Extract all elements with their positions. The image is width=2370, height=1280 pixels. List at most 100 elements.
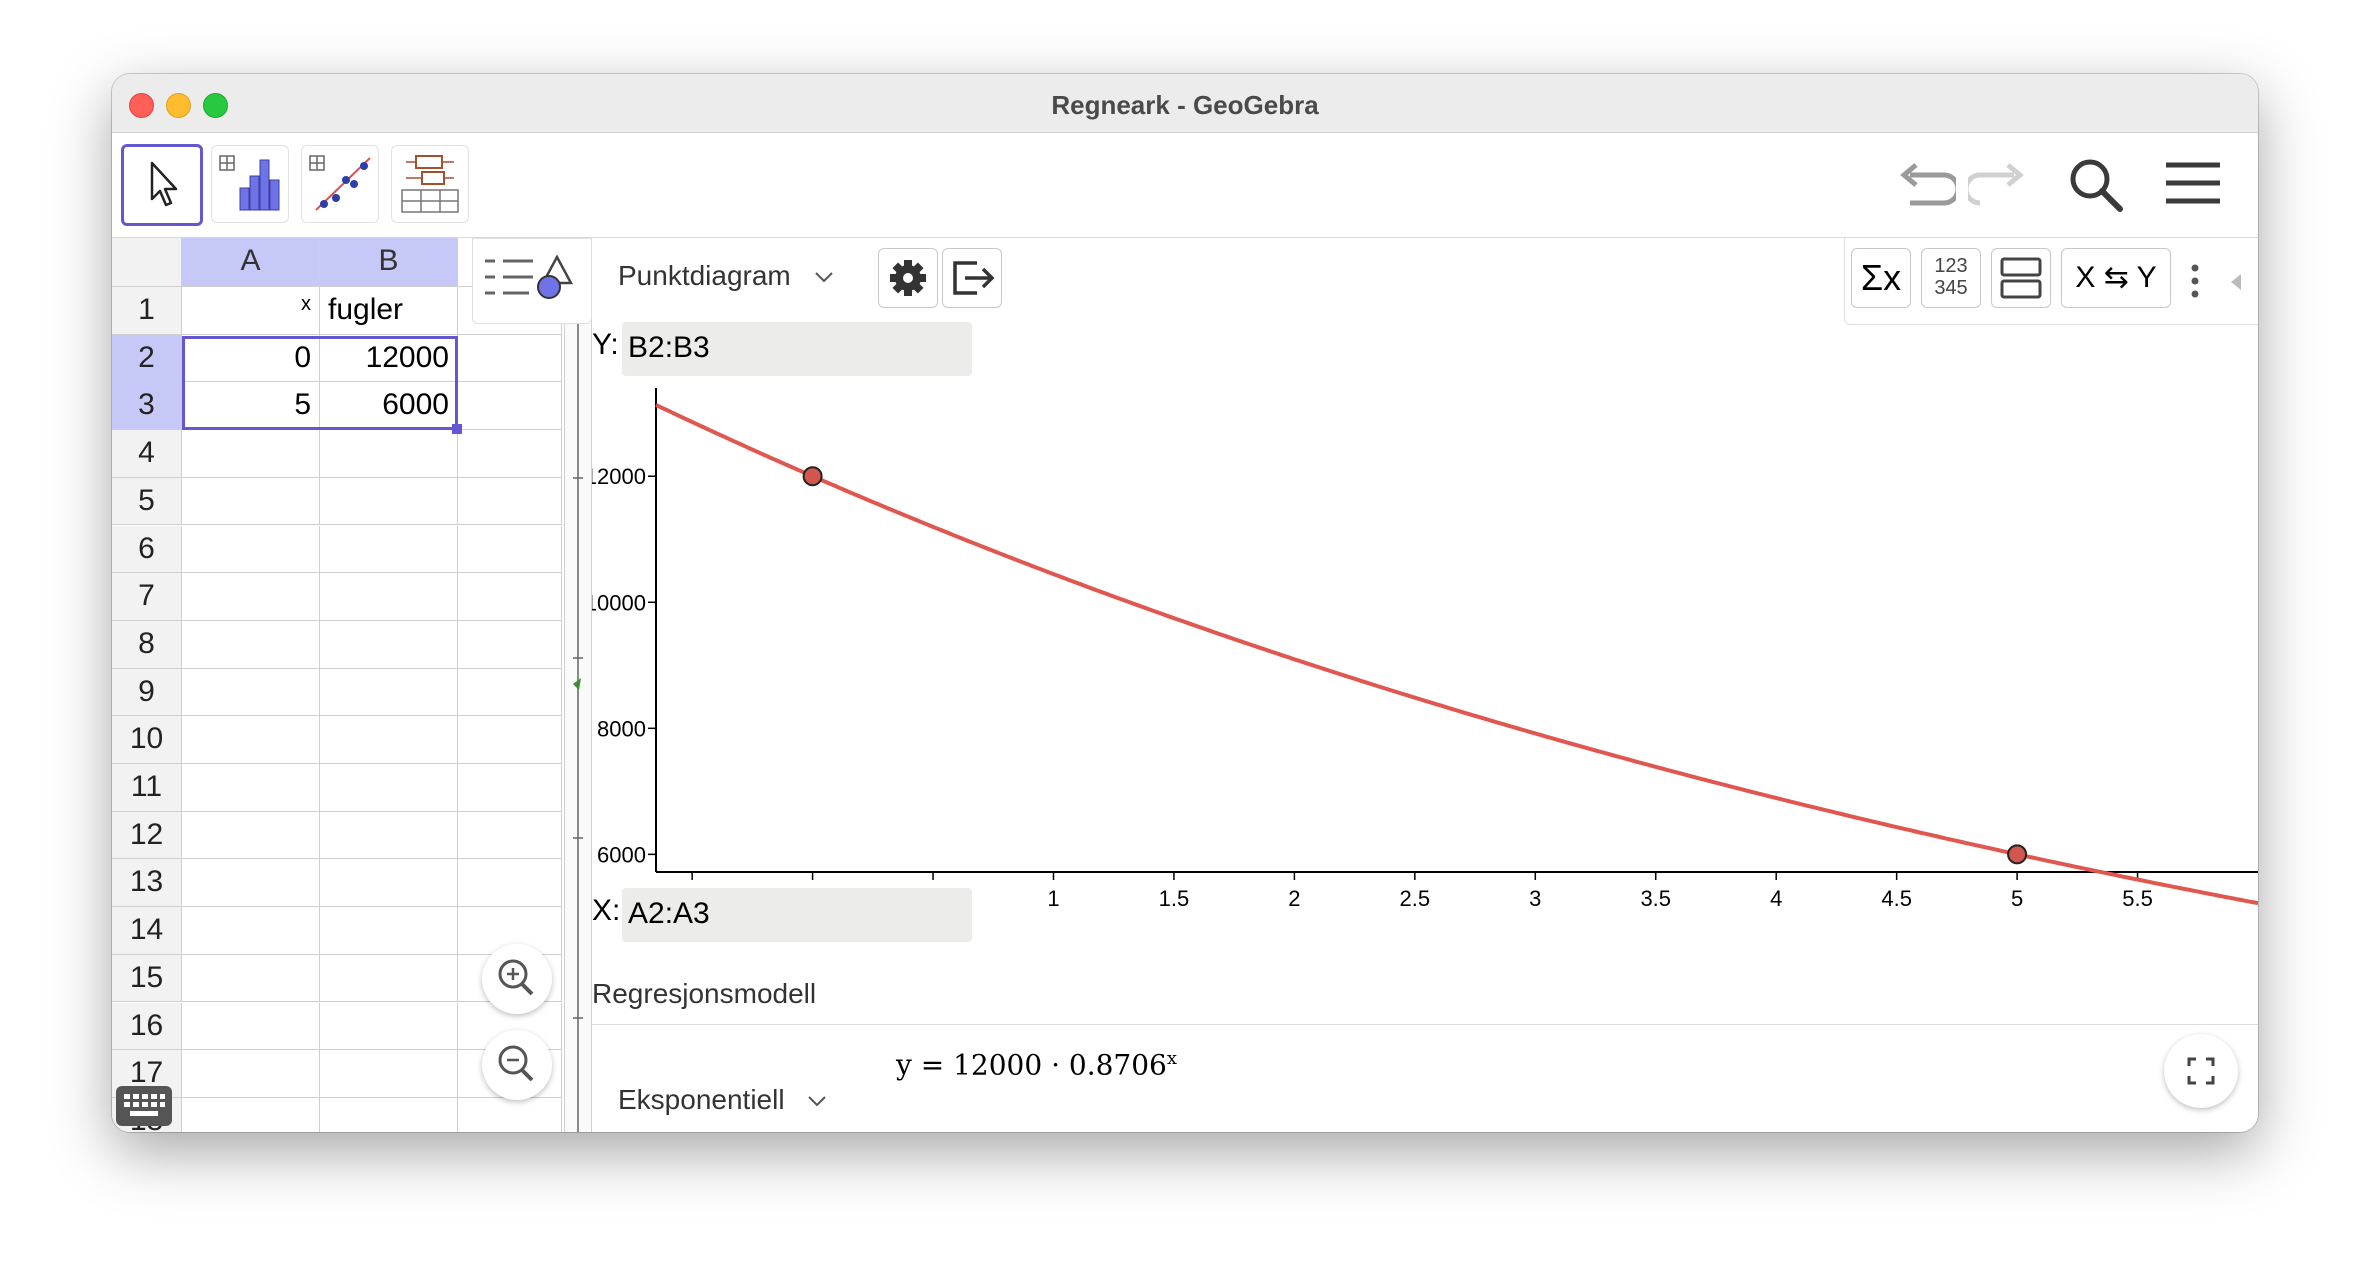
cell-c8[interactable] <box>458 620 562 669</box>
row-header-15[interactable]: 15 <box>112 954 182 1003</box>
statistics-button[interactable]: Σx <box>1851 248 1911 308</box>
cell-b3[interactable]: 6000 <box>320 382 458 431</box>
cell-c7[interactable] <box>458 573 562 621</box>
cell-c13[interactable] <box>458 859 562 908</box>
cell-a14[interactable] <box>182 907 320 955</box>
plot-type-dropdown[interactable]: Punktdiagram <box>618 260 835 292</box>
cell-a4[interactable] <box>182 430 320 478</box>
cell-b5[interactable] <box>320 477 458 526</box>
cell-b9[interactable] <box>320 668 458 717</box>
data-analysis-view: Punktdiagram Σx 123 345 X ⇆ Y Y: B2:B3 1… <box>592 238 2258 1132</box>
column-header-b[interactable]: B <box>320 238 458 287</box>
cell-c12[interactable] <box>458 811 562 860</box>
zoom-in-button[interactable] <box>482 944 552 1014</box>
y-source-input[interactable]: B2:B3 <box>622 322 972 376</box>
cell-a2[interactable]: 0 <box>182 334 320 383</box>
multiple-variable-analysis-button[interactable] <box>391 145 469 223</box>
row-header-11[interactable]: 11 <box>112 764 182 812</box>
cell-a18[interactable] <box>182 1097 320 1132</box>
row-header-7[interactable]: 7 <box>112 573 182 621</box>
row-header-1[interactable]: 1 <box>112 287 182 335</box>
row-header-8[interactable]: 8 <box>112 620 182 669</box>
fullscreen-button[interactable] <box>2164 1034 2238 1108</box>
keyboard-button[interactable] <box>116 1086 172 1126</box>
menu-icon[interactable] <box>2160 153 2224 217</box>
cell-a13[interactable] <box>182 859 320 908</box>
one-variable-analysis-button[interactable] <box>211 145 289 223</box>
row-header-13[interactable]: 13 <box>112 859 182 908</box>
column-header-a[interactable]: A <box>182 238 320 287</box>
cell-c6[interactable] <box>458 525 562 574</box>
cell-a15[interactable] <box>182 954 320 1003</box>
cell-a1[interactable]: x <box>182 287 320 335</box>
cell-c9[interactable] <box>458 668 562 717</box>
cell-b1[interactable]: fugler <box>320 287 458 335</box>
split-view-button[interactable] <box>1991 248 2051 308</box>
row-header-16[interactable]: 16 <box>112 1002 182 1051</box>
x-source-input[interactable]: A2:A3 <box>622 888 972 942</box>
row-header-10[interactable]: 10 <box>112 716 182 764</box>
data-point-2[interactable] <box>2007 844 2028 865</box>
regression-type-dropdown[interactable]: Eksponentiell <box>618 1084 828 1116</box>
cell-a12[interactable] <box>182 811 320 860</box>
two-variable-regression-button[interactable] <box>301 145 379 223</box>
export-button[interactable] <box>942 248 1002 308</box>
row-header-5[interactable]: 5 <box>112 477 182 526</box>
data-table-button[interactable]: 123 345 <box>1921 248 1981 308</box>
move-tool-button[interactable] <box>121 144 203 226</box>
cell-c3[interactable] <box>458 382 562 431</box>
cell-b4[interactable] <box>320 430 458 478</box>
cell-c4[interactable] <box>458 430 562 478</box>
cell-b18[interactable] <box>320 1097 458 1132</box>
redo-icon[interactable] <box>1968 153 2032 217</box>
row-header-14[interactable]: 14 <box>112 907 182 955</box>
cell-b13[interactable] <box>320 859 458 908</box>
search-icon[interactable] <box>2064 153 2128 217</box>
cell-b6[interactable] <box>320 525 458 574</box>
fill-handle[interactable] <box>452 424 462 434</box>
cell-a6[interactable] <box>182 525 320 574</box>
cell-a9[interactable] <box>182 668 320 717</box>
data-point-1[interactable] <box>802 466 823 487</box>
cell-b8[interactable] <box>320 620 458 669</box>
cell-a17[interactable] <box>182 1050 320 1098</box>
cell-b7[interactable] <box>320 573 458 621</box>
cell-a11[interactable] <box>182 764 320 812</box>
collapse-stylebar-icon[interactable] <box>2227 270 2247 294</box>
cell-c11[interactable] <box>458 764 562 812</box>
cell-a7[interactable] <box>182 573 320 621</box>
cell-b16[interactable] <box>320 1002 458 1051</box>
cell-b12[interactable] <box>320 811 458 860</box>
cell-c2[interactable] <box>458 334 562 383</box>
swap-xy-button[interactable]: X ⇆ Y <box>2061 248 2171 308</box>
row-header-4[interactable]: 4 <box>112 430 182 478</box>
cell-b17[interactable] <box>320 1050 458 1098</box>
zoom-out-button[interactable] <box>482 1030 552 1100</box>
spreadsheet-stylebar-toggle[interactable] <box>472 238 592 324</box>
cell-c5[interactable] <box>458 477 562 526</box>
cell-b14[interactable] <box>320 907 458 955</box>
x-tick-label: 3 <box>1529 886 1541 911</box>
cell-b11[interactable] <box>320 764 458 812</box>
row-header-12[interactable]: 12 <box>112 811 182 860</box>
undo-icon[interactable] <box>1892 153 1956 217</box>
cell-a10[interactable] <box>182 716 320 764</box>
row-header-2[interactable]: 2 <box>112 334 182 383</box>
select-all-corner[interactable] <box>112 238 182 287</box>
row-header-6[interactable]: 6 <box>112 525 182 574</box>
cell-b2[interactable]: 12000 <box>320 334 458 383</box>
cell-c10[interactable] <box>458 716 562 764</box>
cell-a8[interactable] <box>182 620 320 669</box>
view-divider[interactable] <box>564 238 592 1132</box>
more-options-icon[interactable] <box>2185 258 2205 304</box>
settings-button[interactable] <box>878 248 938 308</box>
cell-a3[interactable]: 5 <box>182 382 320 431</box>
row-header-9[interactable]: 9 <box>112 668 182 717</box>
row-header-3[interactable]: 3 <box>112 382 182 431</box>
cell-c18[interactable] <box>458 1097 562 1132</box>
cell-a5[interactable] <box>182 477 320 526</box>
cell-a16[interactable] <box>182 1002 320 1051</box>
y-tick-label: 8000 <box>597 716 646 741</box>
cell-b10[interactable] <box>320 716 458 764</box>
cell-b15[interactable] <box>320 954 458 1003</box>
